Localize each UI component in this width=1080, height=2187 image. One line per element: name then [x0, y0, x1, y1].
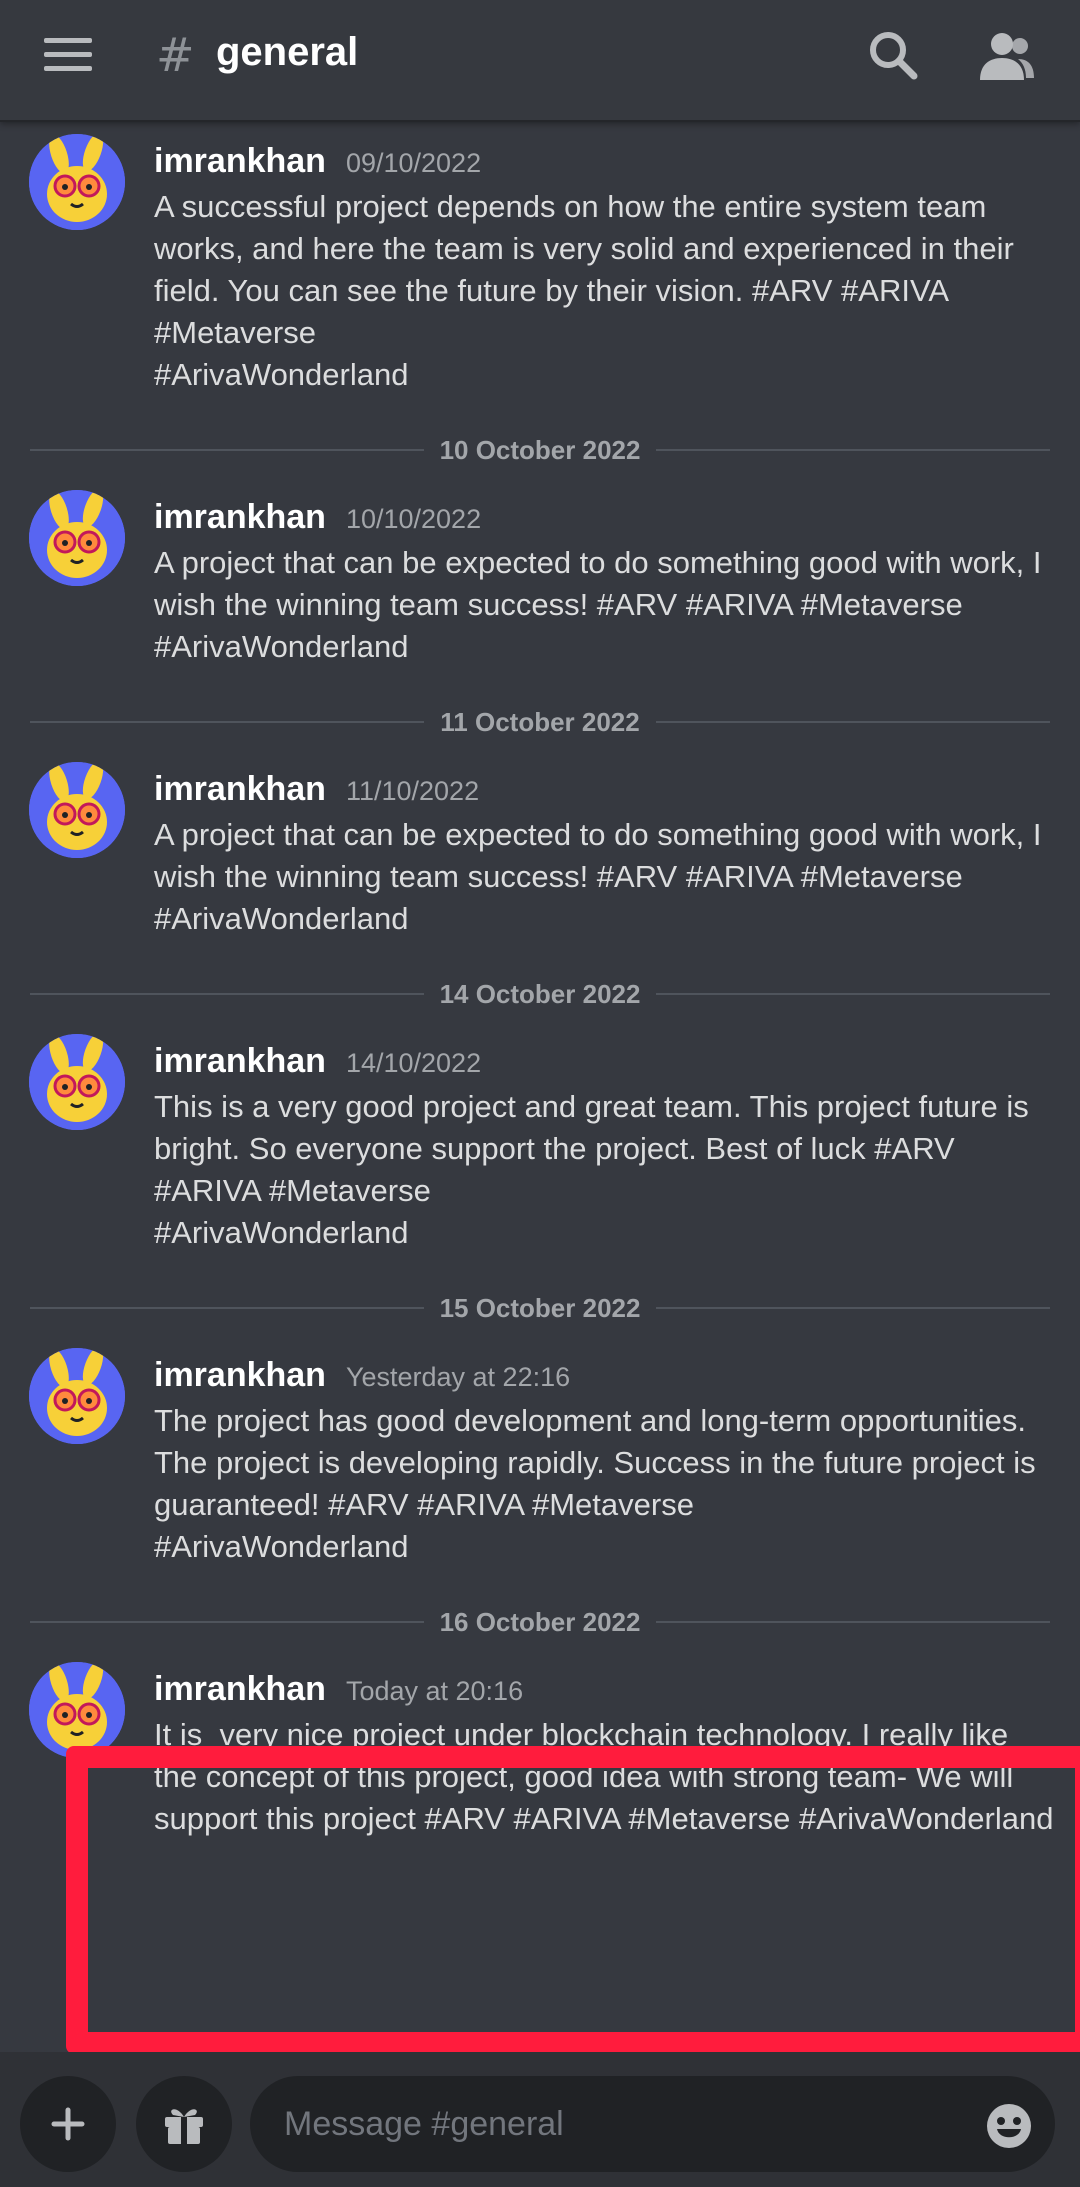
date-divider: 16 October 2022 — [30, 1594, 1051, 1650]
message-text: The project has good development and lon… — [154, 1403, 1036, 1564]
date-divider: 11 October 2022 — [30, 694, 1050, 750]
chat-message[interactable]: imrankhan 11/10/2022 A project that can be… — [0, 750, 1080, 948]
username[interactable]: imrankhan — [154, 1670, 326, 1709]
divider-line — [30, 721, 425, 723]
date-divider-label: 14 October 2022 — [439, 978, 641, 1009]
timestamp: 11/10/2022 — [345, 776, 480, 806]
chat-message[interactable]: imrankhan Today at 20:16 It is very nice p… — [0, 1650, 1080, 1848]
date-divider-label: 15 October 2022 — [439, 1292, 641, 1323]
timestamp: 09/10/2022 — [345, 148, 482, 178]
message-text: It is very nice project under blockchain… — [154, 1717, 1054, 1836]
divider-line — [656, 1621, 1051, 1623]
message-input[interactable] — [250, 2076, 1055, 2172]
timestamp: 14/10/2022 — [345, 1048, 482, 1078]
divider-line — [30, 449, 424, 451]
username[interactable]: imrankhan — [154, 498, 326, 537]
avatar[interactable] — [29, 134, 125, 230]
chat-message[interactable]: imrankhan 09/10/2022 A successful project … — [0, 122, 1080, 404]
chat-message[interactable]: imrankhan 10/10/2022 A project that can be… — [0, 478, 1080, 676]
gift-icon[interactable] — [136, 2076, 232, 2172]
message-text: This is a very good project and great te… — [154, 1089, 1029, 1250]
search-icon[interactable] — [866, 28, 922, 84]
username[interactable]: imrankhan — [154, 1356, 326, 1395]
username[interactable]: imrankhan — [154, 770, 326, 809]
divider-line — [656, 993, 1051, 995]
avatar[interactable] — [29, 1662, 125, 1758]
emoji-icon[interactable] — [985, 2102, 1033, 2150]
channel-header: # general — [0, 0, 1080, 122]
message-text: A project that can be expected to do som… — [154, 545, 1051, 664]
message-text: A project that can be expected to do som… — [154, 817, 1051, 936]
divider-line — [656, 449, 1051, 451]
hamburger-menu-icon[interactable] — [44, 38, 92, 78]
date-divider: 15 October 2022 — [30, 1280, 1051, 1336]
message-composer — [0, 2052, 1080, 2187]
avatar[interactable] — [29, 762, 125, 858]
username[interactable]: imrankhan — [154, 1042, 326, 1081]
message-feed[interactable]: imrankhan 09/10/2022 A successful project … — [0, 122, 1080, 2047]
date-divider: 14 October 2022 — [30, 966, 1051, 1022]
message-text: A successful project depends on how the … — [154, 189, 1014, 392]
date-divider: 10 October 2022 — [30, 422, 1051, 478]
timestamp: 10/10/2022 — [345, 504, 482, 534]
divider-line — [655, 721, 1050, 723]
chat-message[interactable]: imrankhan Yesterday at 22:16 The project h… — [0, 1336, 1080, 1576]
divider-line — [30, 1621, 424, 1623]
channel-title: general — [216, 30, 359, 74]
timestamp: Yesterday at 22:16 — [345, 1362, 571, 1392]
members-icon[interactable] — [976, 28, 1038, 84]
date-divider-label: 11 October 2022 — [440, 706, 640, 737]
avatar[interactable] — [29, 1348, 125, 1444]
date-divider-label: 10 October 2022 — [439, 434, 641, 465]
divider-line — [656, 1307, 1051, 1309]
channel-hash-icon: # — [156, 28, 195, 82]
plus-icon[interactable] — [20, 2076, 116, 2172]
username[interactable]: imrankhan — [154, 142, 326, 181]
timestamp: Today at 20:16 — [345, 1676, 524, 1706]
avatar[interactable] — [29, 1034, 125, 1130]
date-divider-label: 16 October 2022 — [439, 1606, 641, 1637]
avatar[interactable] — [29, 490, 125, 586]
divider-line — [30, 993, 424, 995]
chat-message[interactable]: imrankhan 14/10/2022 This is a very good p… — [0, 1022, 1080, 1262]
divider-line — [30, 1307, 424, 1309]
